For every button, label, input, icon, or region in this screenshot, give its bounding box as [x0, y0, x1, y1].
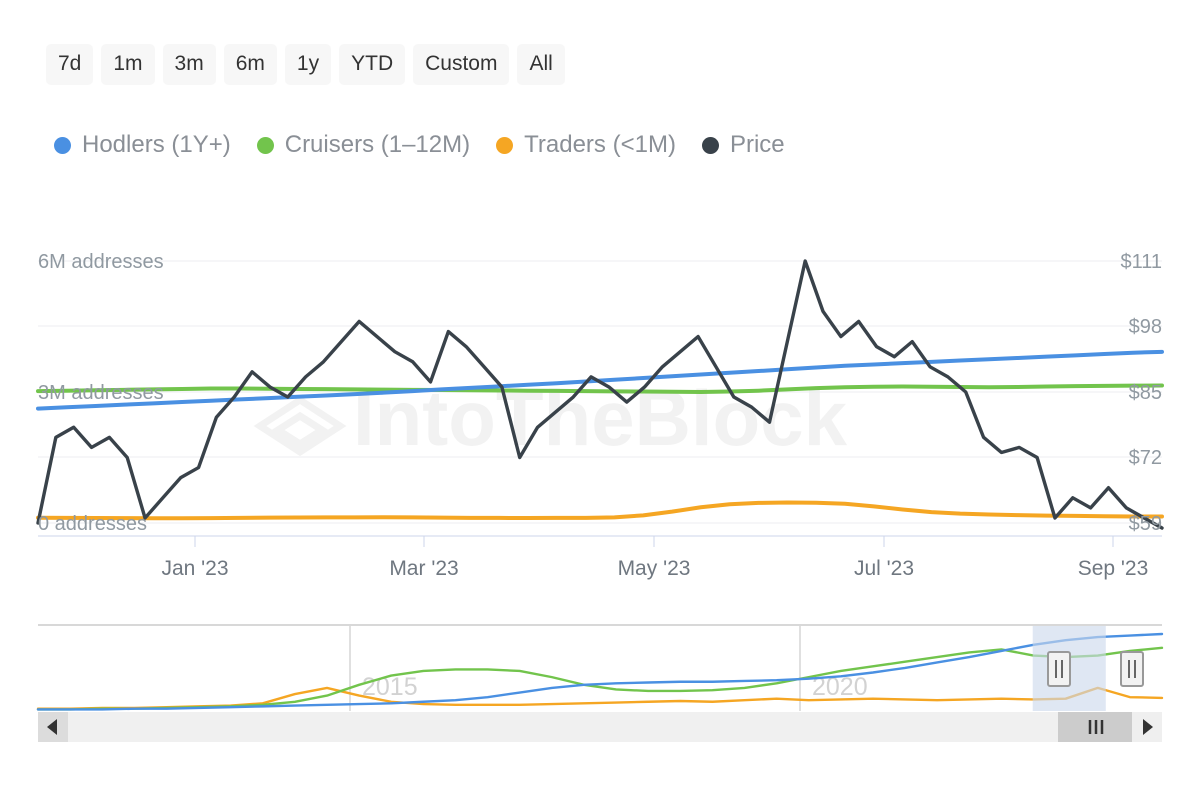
main-chart-plot[interactable]: IntoTheBlock 6M addresses 3M addresses [0, 230, 1200, 590]
range-button-all[interactable]: All [517, 44, 564, 85]
series-line-traders [38, 502, 1162, 518]
navigator-line-traders [38, 688, 1162, 709]
x-tick-jul23: Jul '23 [854, 557, 914, 580]
range-button-custom[interactable]: Custom [413, 44, 509, 85]
legend-label-hodlers: Hodlers (1Y+) [82, 133, 231, 157]
legend-item-price[interactable]: Price [702, 133, 785, 157]
y-axis-left-labels: 6M addresses 3M addresses 0 addresses [38, 251, 164, 535]
legend-label-price: Price [730, 133, 785, 157]
scrollbar-track[interactable] [38, 712, 1162, 742]
scrollbar-left-arrow-icon[interactable] [38, 712, 68, 742]
y-axis-right-labels: $111 $98 $85 $72 $59 [1120, 251, 1162, 535]
intotheblock-watermark: IntoTheBlock [260, 374, 848, 462]
range-button-ytd[interactable]: YTD [339, 44, 405, 85]
navigator-line-cruisers [38, 648, 1162, 710]
range-selector: 7d 1m 3m 6m 1y YTD Custom All [46, 44, 565, 85]
legend-dot-icon-price [702, 137, 719, 154]
navigator-series-layer [38, 634, 1162, 709]
y-left-tick-3m: 3M addresses [38, 382, 164, 404]
range-button-3m[interactable]: 3m [163, 44, 216, 85]
range-button-7d[interactable]: 7d [46, 44, 93, 85]
navigator-handle-left[interactable] [1048, 652, 1070, 686]
x-tick-mar23: Mar '23 [389, 557, 458, 580]
y-left-tick-6m: 6M addresses [38, 251, 164, 273]
y-right-tick-85: $85 [1129, 382, 1162, 404]
y-right-tick-59: $59 [1129, 513, 1162, 535]
legend-dot-icon-cruisers [257, 137, 274, 154]
x-axis: Jan '23 Mar '23 May '23 Jul '23 Sep '23 [38, 536, 1162, 580]
chart-navigator[interactable]: 2015 2020 [0, 612, 1200, 762]
legend-item-cruisers[interactable]: Cruisers (1–12M) [257, 133, 470, 157]
range-button-1y[interactable]: 1y [285, 44, 331, 85]
scrollbar-thumb[interactable] [1058, 712, 1132, 742]
chart-legend: Hodlers (1Y+) Cruisers (1–12M) Traders (… [54, 133, 785, 157]
x-tick-may23: May '23 [618, 557, 691, 580]
y-right-tick-111: $111 [1120, 251, 1162, 273]
legend-label-traders: Traders (<1M) [524, 133, 676, 157]
x-tick-sep23: Sep '23 [1078, 557, 1149, 580]
svg-text:IntoTheBlock: IntoTheBlock [353, 374, 848, 462]
scrollbar-right-arrow-icon[interactable] [1132, 712, 1162, 742]
navigator-handle-right[interactable] [1121, 652, 1143, 686]
range-button-1m[interactable]: 1m [101, 44, 154, 85]
legend-dot-icon-hodlers [54, 137, 71, 154]
range-button-6m[interactable]: 6m [224, 44, 277, 85]
y-right-tick-72: $72 [1129, 447, 1162, 469]
x-tick-jan23: Jan '23 [161, 557, 228, 580]
legend-label-cruisers: Cruisers (1–12M) [285, 133, 470, 157]
y-right-tick-98: $98 [1129, 316, 1162, 338]
legend-item-traders[interactable]: Traders (<1M) [496, 133, 676, 157]
y-left-tick-0: 0 addresses [38, 513, 147, 535]
legend-dot-icon-traders [496, 137, 513, 154]
legend-item-hodlers[interactable]: Hodlers (1Y+) [54, 133, 231, 157]
